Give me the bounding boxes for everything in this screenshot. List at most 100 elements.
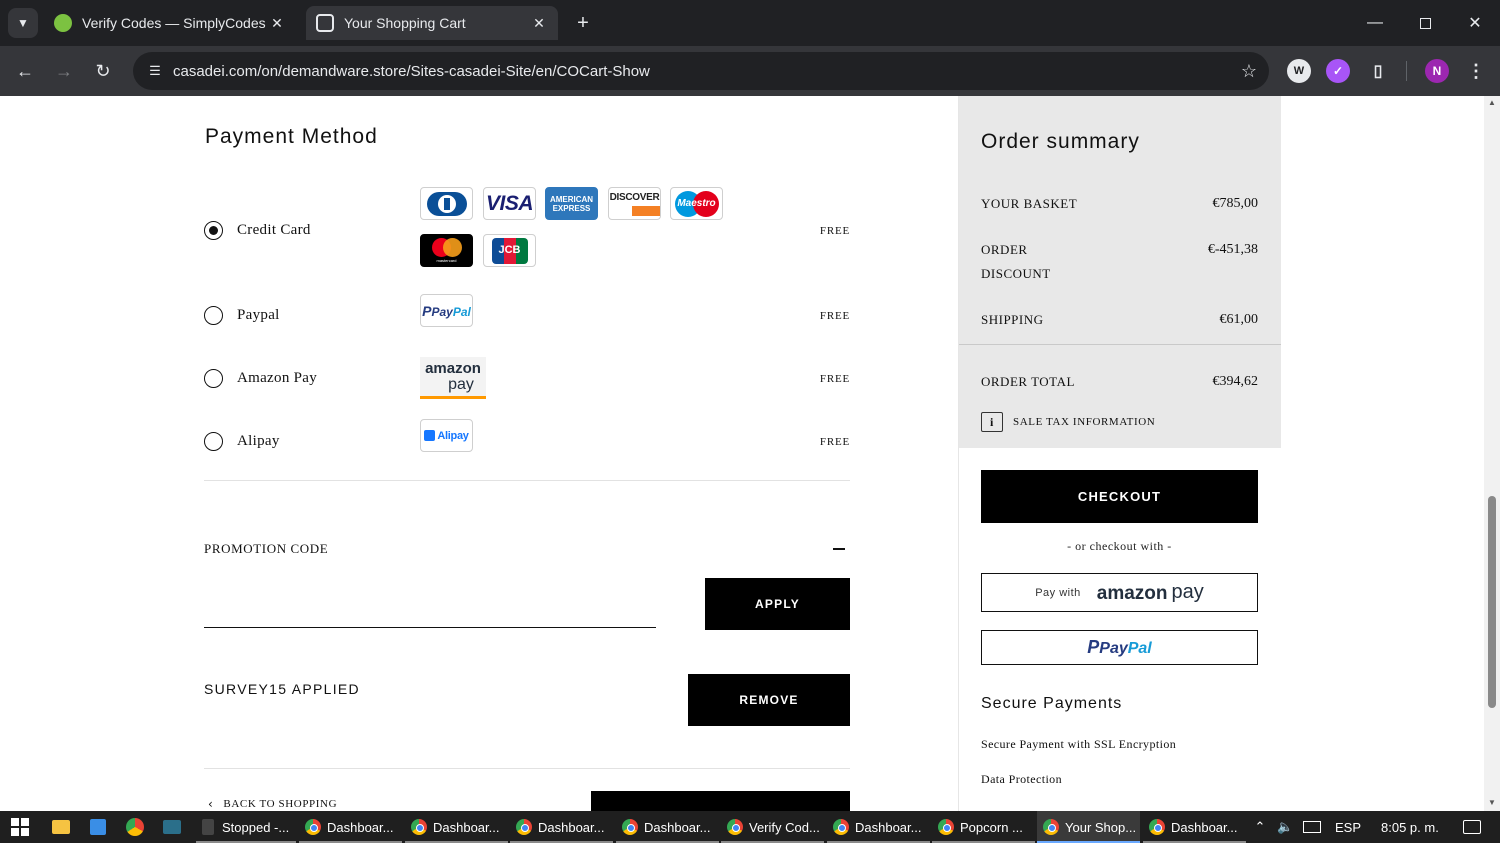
- card-logo-text: mastercard: [436, 258, 457, 263]
- payment-option-label: Paypal: [237, 307, 280, 323]
- language-indicator[interactable]: ESP: [1335, 820, 1361, 835]
- chrome-icon: [833, 819, 849, 835]
- remove-coupon-button[interactable]: REMOVE: [688, 674, 850, 726]
- payment-option-alipay[interactable]: Alipay FREE: [204, 431, 850, 459]
- taskbar-task[interactable]: Dashboar...: [1143, 811, 1246, 843]
- tab-search-button[interactable]: ▼: [8, 8, 38, 38]
- card-logo-text: AMERICAN EXPRESS: [549, 194, 594, 213]
- taskbar-task-label: Dashboar...: [327, 819, 394, 835]
- taskbar-task[interactable]: Dashboar...: [299, 811, 402, 843]
- summary-row-basket: YOUR BASKET €785,00: [981, 192, 1258, 216]
- section-divider: [204, 768, 850, 769]
- page-content: Payment Method Credit Card FREE VISA AME…: [0, 96, 1484, 811]
- continue-button-partial[interactable]: [591, 791, 850, 811]
- taskbar-task[interactable]: Verify Cod...: [721, 811, 824, 843]
- taskbar-task-label: Dashboar...: [538, 819, 605, 835]
- file-explorer-icon[interactable]: [50, 816, 72, 838]
- store-icon[interactable]: [87, 816, 109, 838]
- chevron-up-icon[interactable]: ⌃: [1253, 820, 1267, 835]
- back-button[interactable]: ←: [10, 56, 40, 86]
- scroll-up-arrow-icon[interactable]: ▲: [1484, 96, 1500, 110]
- taskbar-task[interactable]: Stopped -...: [196, 811, 296, 843]
- card-logo-text: DISCOVER: [609, 191, 660, 203]
- scroll-down-arrow-icon[interactable]: ▼: [1484, 796, 1500, 810]
- page-scrollbar[interactable]: ▲ ▼: [1484, 96, 1500, 811]
- checkout-button[interactable]: CHECKOUT: [981, 470, 1258, 523]
- forward-button[interactable]: →: [49, 56, 79, 86]
- taskbar-task-label: Stopped -...: [222, 819, 290, 835]
- summary-value: €-451,38: [1207, 242, 1258, 257]
- bookmark-star-icon[interactable]: ☆: [1229, 61, 1269, 82]
- system-tray: ⌃ 🔈 ESP 8:05 p. m.: [1253, 811, 1481, 843]
- summary-label: ORDER TOTAL: [981, 374, 1075, 389]
- kebab-menu-icon[interactable]: ⋮: [1464, 59, 1488, 83]
- site-info-icon[interactable]: ☰: [137, 63, 173, 79]
- scrollbar-thumb[interactable]: [1488, 496, 1496, 708]
- credit-card-radio[interactable]: [204, 221, 223, 240]
- amazon-logo-word: amazon: [425, 359, 481, 377]
- extension-simplycodes-icon[interactable]: ✓: [1326, 59, 1350, 83]
- payment-option-label: Alipay: [237, 433, 280, 449]
- taskbar-task-label: Dashboar...: [855, 819, 922, 835]
- clock[interactable]: 8:05 p. m.: [1381, 820, 1439, 835]
- amazon-pay-word-logo: pay: [1171, 581, 1204, 603]
- profile-avatar[interactable]: N: [1425, 59, 1449, 83]
- tab-verify-codes[interactable]: Verify Codes — SimplyCodes ✕: [44, 6, 296, 40]
- windows-taskbar: Stopped -... Dashboar... Dashboar... Das…: [0, 811, 1500, 843]
- paypal-checkout-button[interactable]: PPayPal: [981, 630, 1258, 665]
- chevron-down-icon: ▼: [17, 16, 29, 30]
- minimize-button[interactable]: —: [1350, 0, 1400, 46]
- close-icon[interactable]: ✕: [268, 15, 286, 32]
- discover-logo: DISCOVER: [608, 187, 661, 220]
- back-to-shopping-link[interactable]: ‹ BACK TO SHOPPING: [208, 797, 337, 811]
- payment-option-paypal[interactable]: Paypal FREE: [204, 305, 850, 333]
- chrome-icon: [938, 819, 954, 835]
- stopped-app-icon: [202, 819, 214, 835]
- close-window-button[interactable]: ✕: [1450, 0, 1500, 46]
- new-tab-button[interactable]: +: [570, 10, 596, 36]
- app-icon[interactable]: [161, 816, 183, 838]
- taskbar-task-label: Dashboar...: [644, 819, 711, 835]
- chrome-icon: [1149, 819, 1165, 835]
- paypal-radio[interactable]: [204, 306, 223, 325]
- section-divider: [204, 480, 850, 481]
- url-text[interactable]: casadei.com/on/demandware.store/Sites-ca…: [173, 63, 1229, 80]
- summary-label: SHIPPING: [981, 312, 1044, 327]
- taskbar-task[interactable]: Dashboar...: [616, 811, 719, 843]
- collapse-minus-icon[interactable]: [833, 548, 845, 550]
- taskbar-task[interactable]: Popcorn ...: [932, 811, 1035, 843]
- windows-start-icon[interactable]: [9, 816, 31, 838]
- chrome-icon: [411, 819, 427, 835]
- network-icon[interactable]: [1303, 821, 1321, 833]
- paypal-logo: PPayPal: [420, 294, 473, 327]
- extension-w-icon[interactable]: W: [1287, 59, 1311, 83]
- info-icon: i: [981, 412, 1003, 432]
- taskbar-task-active[interactable]: Your Shop...: [1037, 811, 1140, 843]
- close-icon[interactable]: ✕: [530, 15, 548, 32]
- restore-button[interactable]: [1400, 0, 1450, 46]
- sale-tax-information-link[interactable]: i SALE TAX INFORMATION: [981, 412, 1155, 432]
- taskbar-task-label: Popcorn ...: [960, 819, 1023, 835]
- applied-coupon-text: SURVEY15 APPLIED: [204, 681, 360, 697]
- payment-option-amazon-pay[interactable]: Amazon Pay FREE: [204, 368, 850, 396]
- amazon-pay-button[interactable]: Pay with amazon pay: [981, 573, 1258, 612]
- extensions-puzzle-icon[interactable]: ▯: [1366, 59, 1390, 83]
- summary-row-total: ORDER TOTAL €394,62: [981, 370, 1258, 394]
- tab-shopping-cart[interactable]: Your Shopping Cart ✕: [306, 6, 558, 40]
- speaker-icon[interactable]: 🔈: [1277, 820, 1295, 835]
- promotion-code-input[interactable]: [204, 596, 656, 628]
- address-bar[interactable]: ☰ casadei.com/on/demandware.store/Sites-…: [133, 52, 1269, 90]
- card-logo-text: JCB: [498, 243, 521, 256]
- alipay-radio[interactable]: [204, 432, 223, 451]
- chrome-icon: [727, 819, 743, 835]
- secure-payments-title: Secure Payments: [981, 695, 1123, 712]
- apply-button[interactable]: APPLY: [705, 578, 850, 630]
- paypal-logo-pay: Pay: [431, 304, 453, 319]
- taskbar-task[interactable]: Dashboar...: [510, 811, 613, 843]
- taskbar-task[interactable]: Dashboar...: [405, 811, 508, 843]
- notification-icon[interactable]: [1462, 820, 1481, 834]
- taskbar-task[interactable]: Dashboar...: [827, 811, 930, 843]
- reload-button[interactable]: ↻: [88, 56, 118, 86]
- amazon-pay-radio[interactable]: [204, 369, 223, 388]
- chrome-icon[interactable]: [124, 816, 146, 838]
